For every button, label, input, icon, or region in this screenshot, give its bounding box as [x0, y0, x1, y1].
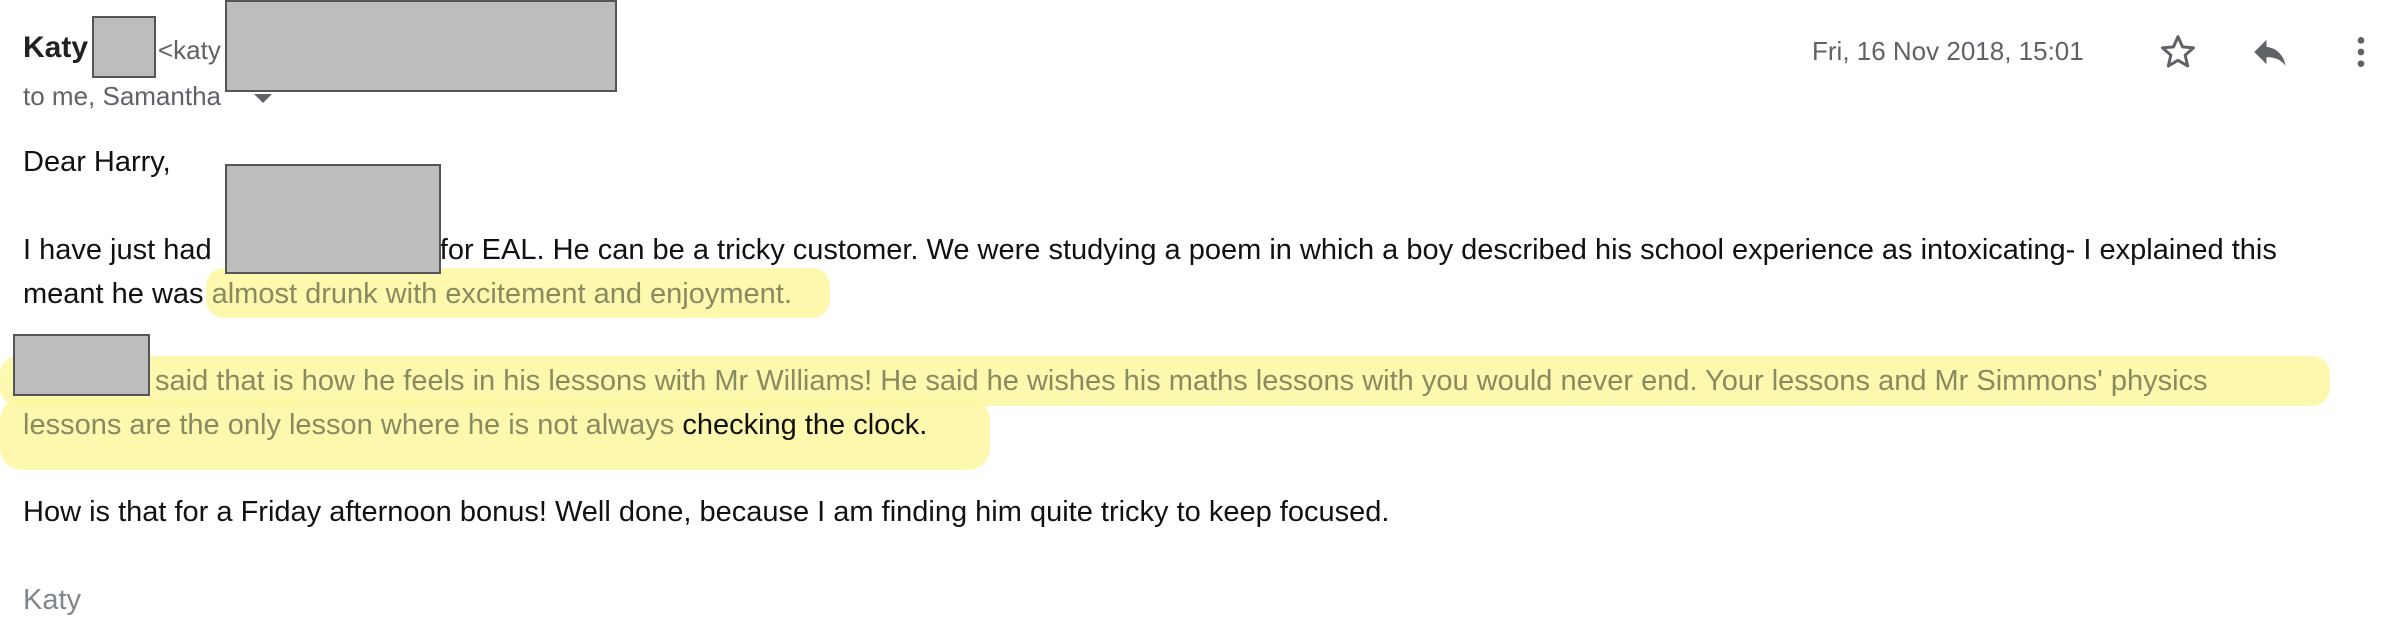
reply-icon — [2254, 39, 2286, 66]
more-options-button[interactable] — [2336, 27, 2386, 77]
paragraph-1-line-2: meant he was almost drunk with excitemen… — [23, 272, 792, 316]
recipients-summary[interactable]: to me, Samantha — [23, 81, 221, 112]
sender-name[interactable]: Katy — [23, 31, 88, 65]
text-segment: I have just had — [23, 234, 212, 266]
reply-button[interactable] — [2245, 27, 2295, 77]
greeting: Dear Harry, — [23, 146, 171, 178]
text-segment: meant he was — [23, 278, 204, 310]
redacted-surname — [92, 16, 156, 78]
more-vert-icon — [2357, 37, 2365, 67]
redacted-student-name — [13, 334, 150, 396]
highlighted-text: lessons are the only lesson where he is … — [23, 409, 675, 441]
text-segment: for EAL. He can be a tricky customer. We… — [439, 234, 2277, 266]
redacted-student-name — [225, 164, 441, 274]
star-button[interactable] — [2153, 27, 2203, 77]
email-date: Fri, 16 Nov 2018, 15:01 — [1812, 36, 2084, 66]
highlighted-text: almost drunk with excitement and enjoyme… — [211, 278, 792, 310]
paragraph-3: How is that for a Friday afternoon bonus… — [23, 496, 1390, 528]
redacted-email — [225, 0, 617, 92]
sender-email: <katy — [158, 35, 221, 65]
text-segment: checking the clock. — [682, 409, 928, 441]
recipients-details-chevron-icon[interactable] — [254, 94, 272, 103]
paragraph-2-line-1: said that is how he feels in his lessons… — [155, 359, 2208, 403]
paragraph-2-line-2: lessons are the only lesson where he is … — [23, 403, 927, 447]
signature: Katy — [23, 584, 82, 616]
highlighted-text: said that is how he feels in his lessons… — [155, 365, 2208, 397]
star-outline-icon — [2161, 35, 2195, 68]
